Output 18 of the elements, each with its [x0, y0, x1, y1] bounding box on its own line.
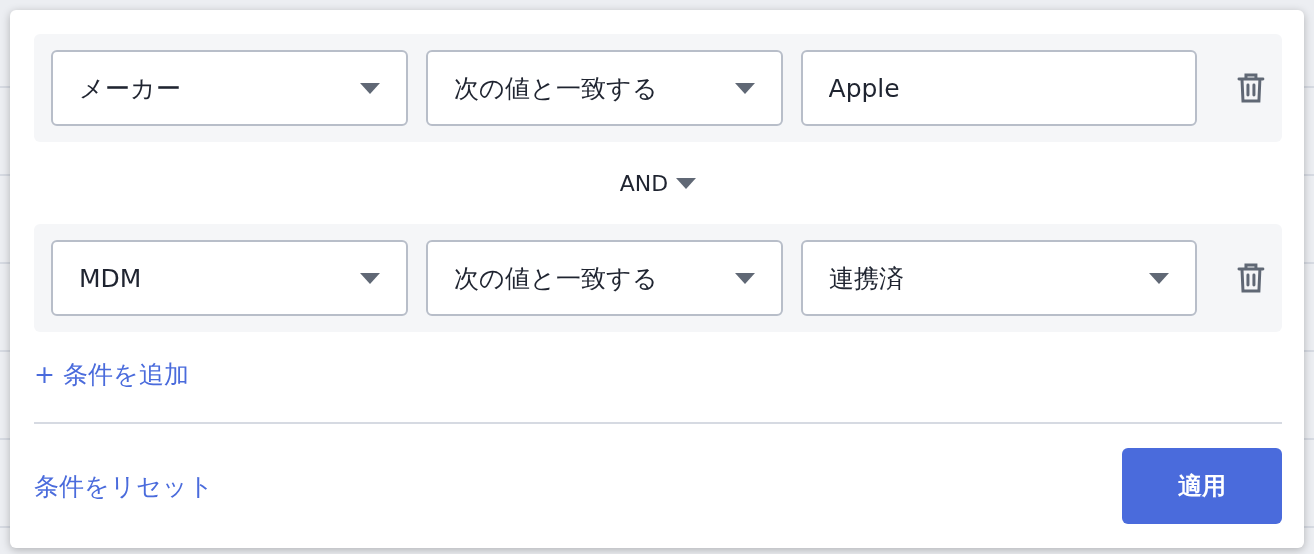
dropdown[interactable]: MDM: [51, 240, 408, 316]
apply-button[interactable]: 適用: [1122, 448, 1282, 524]
dropdown[interactable]: 次の値と一致する: [425, 240, 783, 316]
caret-icon: [676, 177, 697, 189]
caret-icon: [734, 82, 755, 94]
add-condition-link[interactable]: + 条件を追加: [34, 356, 189, 392]
caret-icon: [359, 272, 380, 284]
logic-dropdown[interactable]: AND: [619, 142, 697, 224]
reset-link[interactable]: 条件をリセット: [34, 469, 214, 503]
dropdown[interactable]: メーカー: [51, 50, 408, 126]
dropdown[interactable]: 連携済: [800, 240, 1198, 316]
trash-icon[interactable]: [1237, 72, 1265, 104]
input-field[interactable]: Apple: [800, 50, 1198, 126]
trash-icon[interactable]: [1237, 262, 1265, 294]
caret-icon: [359, 82, 380, 94]
dropdown[interactable]: 次の値と一致する: [425, 50, 783, 126]
caret-icon: [734, 272, 755, 284]
caret-icon: [1149, 272, 1170, 284]
